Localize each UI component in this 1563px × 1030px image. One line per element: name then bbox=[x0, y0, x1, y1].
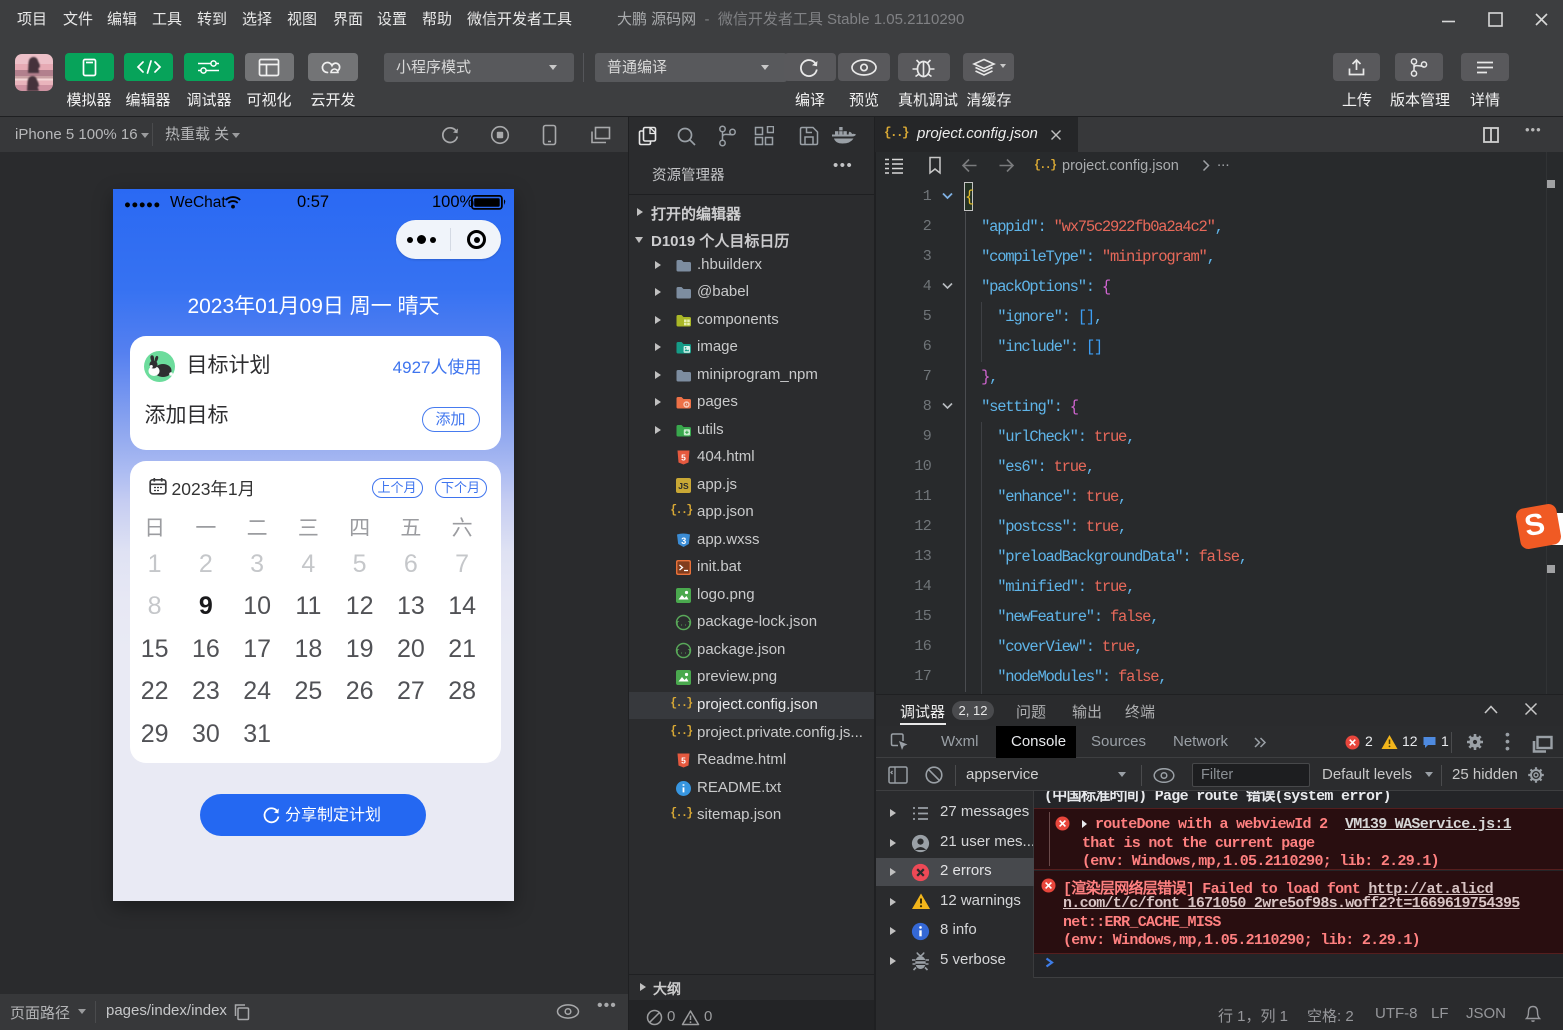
svg-text:5: 5 bbox=[681, 453, 686, 463]
svg-text:{..}: {..} bbox=[676, 648, 692, 655]
svg-text:JS: JS bbox=[678, 481, 689, 491]
svg-text:{..}: {..} bbox=[676, 621, 692, 628]
svg-text:3: 3 bbox=[681, 536, 686, 546]
svg-text:5: 5 bbox=[681, 756, 686, 766]
